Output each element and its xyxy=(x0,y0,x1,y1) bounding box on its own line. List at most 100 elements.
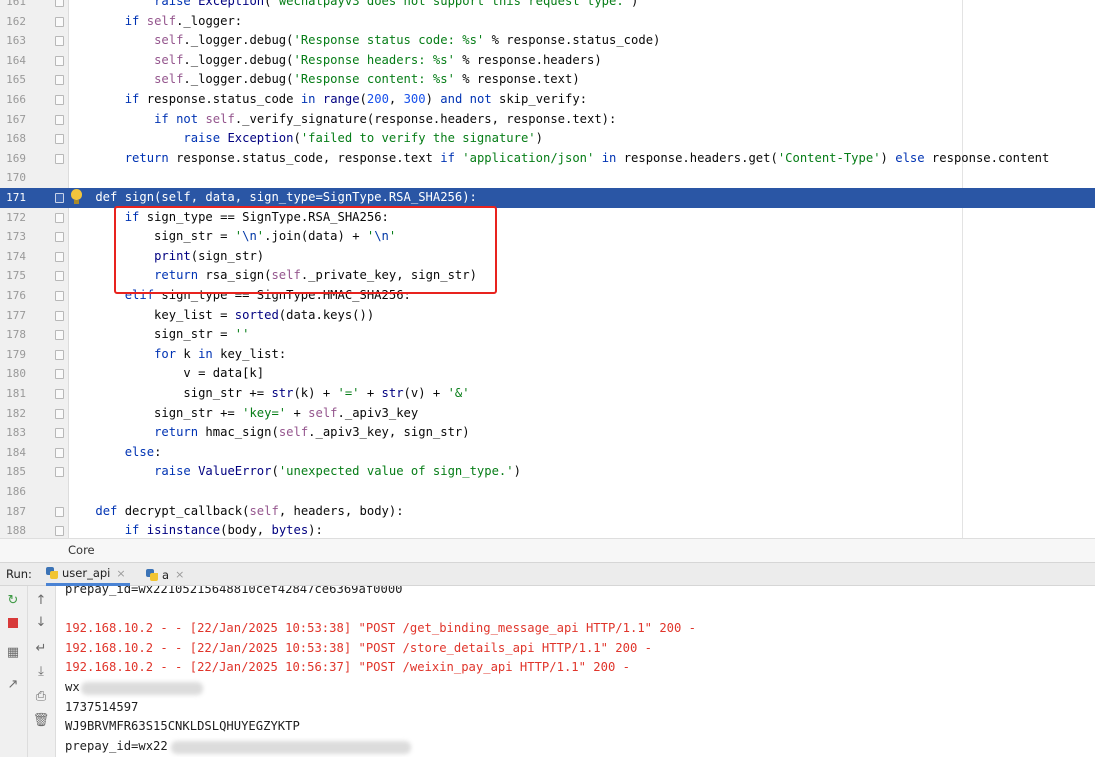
console-line: prepay_id=wx2210521564881​0cef42847ce636… xyxy=(65,586,403,596)
fold-marker-icon[interactable] xyxy=(55,330,64,341)
code-text: raise ValueError('unexpected value of si… xyxy=(154,464,521,479)
fold-marker-icon[interactable] xyxy=(55,251,64,262)
fold-marker-icon[interactable] xyxy=(55,153,64,164)
arrow-down-icon[interactable]: ↓ xyxy=(31,614,51,632)
fold-marker-icon[interactable] xyxy=(55,408,64,419)
fold-marker-icon[interactable] xyxy=(55,232,64,243)
tab-user-api[interactable]: user_api × xyxy=(46,563,130,586)
fold-marker-icon[interactable] xyxy=(55,193,64,203)
code-line[interactable]: 188 if isinstance(body, bytes): xyxy=(0,521,1095,538)
python-file-icon xyxy=(146,568,158,581)
tab-a[interactable]: a × xyxy=(146,563,190,586)
line-number: 178 xyxy=(6,328,26,342)
line-number: 179 xyxy=(6,347,26,361)
fold-marker-icon[interactable] xyxy=(55,526,64,537)
fold-marker-icon[interactable] xyxy=(55,428,64,439)
code-text: self._logger.debug('Response content: %s… xyxy=(154,72,580,87)
breadcrumb-label[interactable]: Core xyxy=(68,543,95,557)
python-file-icon xyxy=(46,567,58,579)
console-line: wx xyxy=(65,680,80,694)
code-line[interactable]: 184 else: xyxy=(0,443,1095,463)
fold-marker-icon[interactable] xyxy=(55,212,64,223)
code-line[interactable]: 178 sign_str = '' xyxy=(0,325,1095,345)
scroll-to-end-icon[interactable]: ⤓ xyxy=(31,663,51,681)
line-number: 187 xyxy=(6,504,26,518)
code-line[interactable]: 166 if response.status_code in range(200… xyxy=(0,90,1095,110)
code-line[interactable]: 170 xyxy=(0,168,1095,188)
fold-marker-icon[interactable] xyxy=(55,134,64,145)
code-text: for k in key_list: xyxy=(154,346,287,361)
print-icon[interactable]: ⎙ xyxy=(31,688,51,706)
code-line[interactable]: 161 raise Exception('wechatpayv3 does no… xyxy=(0,0,1095,12)
code-line[interactable]: 186 xyxy=(0,482,1095,502)
code-line[interactable]: 162 if self._logger: xyxy=(0,12,1095,32)
line-number: 163 xyxy=(6,34,26,48)
layout-icon[interactable]: ▦ xyxy=(3,644,23,662)
line-number: 170 xyxy=(6,171,26,185)
trash-icon[interactable]: 🗑 xyxy=(31,712,51,730)
code-line[interactable]: 167 if not self._verify_signature(respon… xyxy=(0,110,1095,130)
code-line[interactable]: 165 self._logger.debug('Response content… xyxy=(0,70,1095,90)
pin-icon[interactable]: ↗ xyxy=(3,676,23,694)
code-line[interactable]: 181 sign_str += str(k) + '=' + str(v) + … xyxy=(0,384,1095,404)
code-text: if isinstance(body, bytes): xyxy=(124,523,323,538)
close-icon[interactable]: × xyxy=(175,568,184,581)
console-line: 1737514597 xyxy=(65,699,139,714)
stop-icon[interactable] xyxy=(3,614,23,632)
fold-marker-icon[interactable] xyxy=(55,369,64,380)
code-line[interactable]: 171 def sign(self, data, sign_type=SignT… xyxy=(0,188,1095,208)
annotation-highlight-box xyxy=(114,206,497,294)
code-text: sign_str += 'key=' + self._apiv3_key xyxy=(66,405,419,420)
code-line[interactable]: 163 self._logger.debug('Response status … xyxy=(0,31,1095,51)
fold-marker-icon[interactable] xyxy=(55,349,64,360)
fold-marker-icon[interactable] xyxy=(55,506,64,517)
code-line[interactable]: 187 def decrypt_callback(self, headers, … xyxy=(0,502,1095,522)
code-line[interactable]: 177 key_list = sorted(data.keys()) xyxy=(0,306,1095,326)
fold-marker-icon[interactable] xyxy=(55,310,64,321)
line-number: 167 xyxy=(6,112,26,126)
code-text: return response.status_code, response.te… xyxy=(124,150,1050,165)
redacted-region xyxy=(81,682,203,695)
fold-marker-icon[interactable] xyxy=(55,55,64,66)
fold-marker-icon[interactable] xyxy=(55,0,64,7)
line-number: 181 xyxy=(6,387,26,400)
code-line[interactable]: 185 raise ValueError('unexpected value o… xyxy=(0,462,1095,482)
code-line[interactable]: 180 v = data[k] xyxy=(0,364,1095,384)
fold-marker-icon[interactable] xyxy=(55,389,64,399)
code-text: raise Exception('wechatpayv3 does not su… xyxy=(154,0,639,8)
code-editor[interactable]: 161 raise Exception('wechatpayv3 does no… xyxy=(0,0,1095,538)
fold-marker-icon[interactable] xyxy=(55,447,64,458)
run-console-output[interactable]: prepay_id=wx2210521564881​0cef42847ce636… xyxy=(56,586,1095,757)
fold-marker-icon[interactable] xyxy=(55,114,64,125)
line-number: 168 xyxy=(6,132,26,146)
line-number: 162 xyxy=(6,14,26,28)
code-text: key_list = sorted(data.keys()) xyxy=(66,307,375,322)
code-line[interactable]: 183 return hmac_sign(self._apiv3_key, si… xyxy=(0,423,1095,443)
close-icon[interactable]: × xyxy=(116,567,125,580)
fold-marker-icon[interactable] xyxy=(55,16,64,27)
arrow-up-icon[interactable]: ↑ xyxy=(31,592,51,610)
code-text: if self._logger: xyxy=(124,13,243,28)
line-number: 164 xyxy=(6,53,26,67)
fold-marker-icon[interactable] xyxy=(55,467,64,478)
code-line[interactable]: 168 raise Exception('failed to verify th… xyxy=(0,129,1095,149)
code-text: else: xyxy=(124,444,162,459)
fold-marker-icon[interactable] xyxy=(55,291,64,301)
tab-label: a xyxy=(162,567,170,582)
soft-wrap-icon[interactable]: ↵ xyxy=(31,640,51,658)
code-text: if not self._verify_signature(response.h… xyxy=(154,111,617,126)
console-line: 192.168.10.2 - - [22/Jan/2025 10:56:37] … xyxy=(65,660,630,675)
code-line[interactable]: 169 return response.status_code, respons… xyxy=(0,149,1095,169)
line-number: 177 xyxy=(6,308,26,322)
code-line[interactable]: 182 sign_str += 'key=' + self._apiv3_key xyxy=(0,404,1095,424)
line-number: 175 xyxy=(6,269,26,283)
fold-marker-icon[interactable] xyxy=(55,36,64,47)
run-label: Run: xyxy=(6,567,32,581)
rerun-icon[interactable]: ↻ xyxy=(3,592,23,610)
fold-marker-icon[interactable] xyxy=(55,95,64,105)
line-number: 171 xyxy=(6,191,26,204)
fold-marker-icon[interactable] xyxy=(55,75,64,86)
code-line[interactable]: 179 for k in key_list: xyxy=(0,345,1095,365)
fold-marker-icon[interactable] xyxy=(55,271,64,282)
code-line[interactable]: 164 self._logger.debug('Response headers… xyxy=(0,51,1095,71)
